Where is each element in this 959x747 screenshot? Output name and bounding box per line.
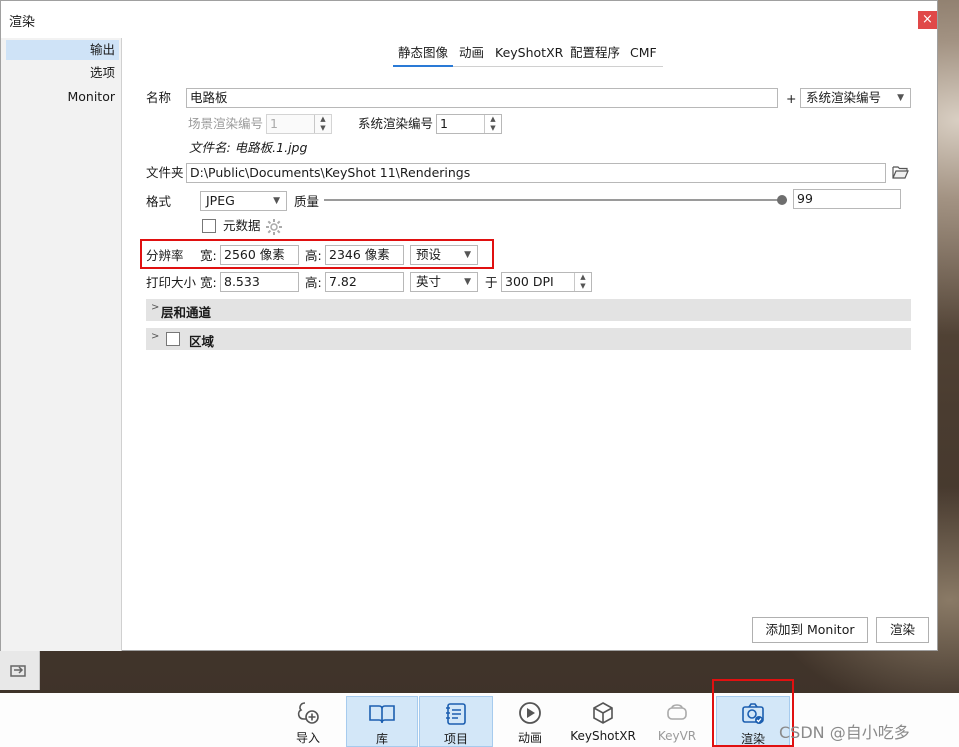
toolbar-library-label: 库: [375, 732, 388, 746]
filename-preview: 文件名: 电路板.1.jpg: [189, 140, 308, 155]
dialog-sidebar: 输出 选项 Monitor: [1, 38, 122, 651]
name-label: 名称: [146, 90, 172, 105]
region-checkbox[interactable]: [166, 332, 180, 346]
section-layers-channels[interactable]: > 层和通道: [146, 299, 911, 321]
format-value: JPEG: [206, 193, 235, 208]
stepper-arrows-icon: ▲ ▼: [314, 115, 331, 133]
dialog-title: 渲染: [9, 15, 36, 30]
print-width-label: 宽:: [200, 275, 217, 290]
watermark-text: CSDN @自小吃多: [779, 723, 910, 742]
toolbar-project-label: 项目: [443, 732, 468, 746]
tab-animation[interactable]: 动画: [459, 43, 484, 67]
name-suffix-value: 系统渲染编号: [806, 90, 882, 105]
format-select[interactable]: JPEG ▼: [200, 191, 287, 211]
scene-number-label: 场景渲染编号: [188, 116, 264, 131]
panel-toggle-icon[interactable]: [10, 662, 28, 678]
toolbar-keyvr[interactable]: KeyVR: [641, 696, 713, 747]
project-icon: [446, 703, 466, 725]
dpi-stepper[interactable]: 300 DPI ▲ ▼: [501, 272, 592, 292]
sidebar-item-output[interactable]: 输出: [6, 40, 119, 60]
metadata-checkbox[interactable]: [202, 219, 216, 233]
name-input[interactable]: 电路板: [186, 88, 778, 108]
chevron-down-icon: ▼: [273, 196, 280, 206]
add-to-monitor-button[interactable]: 添加到 Monitor: [752, 617, 868, 643]
toolbar-animation-label: 动画: [517, 731, 542, 745]
keyshotxr-cube-icon: [593, 702, 613, 724]
quality-slider-track[interactable]: [324, 199, 787, 201]
quality-label: 质量: [294, 194, 320, 209]
stepper-arrows-icon[interactable]: ▲ ▼: [484, 115, 501, 133]
keyvr-headset-icon: [667, 704, 687, 720]
sidebar-item-monitor[interactable]: Monitor: [6, 87, 119, 107]
format-label: 格式: [146, 194, 172, 209]
stepper-arrows-icon[interactable]: ▲ ▼: [574, 273, 591, 291]
close-button[interactable]: ×: [918, 11, 937, 29]
tab-configurator[interactable]: 配置程序: [570, 43, 620, 67]
library-book-icon: [369, 705, 395, 724]
chevron-right-icon: >: [151, 302, 160, 313]
print-unit-select[interactable]: 英寸 ▼: [410, 272, 478, 292]
toolbar-keyvr-label: KeyVR: [657, 729, 697, 743]
section-region[interactable]: > 区域: [146, 328, 911, 350]
section-layers-title: 层和通道: [161, 305, 212, 320]
system-number-value: 1: [440, 116, 448, 131]
system-number-label: 系统渲染编号: [358, 116, 434, 131]
system-number-stepper[interactable]: 1 ▲ ▼: [436, 114, 502, 134]
resolution-highlight-box: [140, 239, 494, 269]
dialog-titlebar: 渲染 ×: [1, 1, 937, 38]
print-height-input[interactable]: 7.82: [325, 272, 404, 292]
folder-label: 文件夹: [146, 165, 184, 180]
print-height-label: 高:: [305, 275, 322, 290]
render-dialog: 渲染 × 输出 选项 Monitor 静态图像 动画 KeyShotXR 配置程…: [0, 0, 938, 651]
chevron-down-icon: ▼: [464, 277, 471, 287]
quality-input[interactable]: 99: [793, 189, 901, 209]
toolbar-import[interactable]: 导入: [272, 696, 344, 747]
chevron-right-icon: >: [151, 331, 160, 342]
folder-open-icon[interactable]: [892, 165, 909, 179]
section-region-title: 区域: [189, 334, 215, 349]
animation-play-icon: [519, 702, 541, 724]
tab-still-image[interactable]: 静态图像: [393, 43, 453, 67]
print-unit-value: 英寸: [416, 274, 442, 289]
toolbar-library[interactable]: 库: [346, 696, 418, 747]
scene-number-stepper: 1 ▲ ▼: [266, 114, 332, 134]
toolbar-keyshotxr[interactable]: KeyShotXR: [567, 696, 639, 747]
chevron-down-icon: ▼: [897, 93, 904, 103]
print-at-label: 于: [485, 275, 498, 290]
toolbar-import-label: 导入: [295, 731, 320, 745]
scene-number-value: 1: [270, 116, 278, 131]
name-plus-sign: +: [786, 91, 797, 106]
sidebar-item-options[interactable]: 选项: [6, 63, 119, 83]
tab-cmf[interactable]: CMF: [630, 43, 657, 67]
gear-icon[interactable]: [265, 218, 283, 236]
print-width-input[interactable]: 8.533: [220, 272, 299, 292]
render-tabs: 静态图像 动画 KeyShotXR 配置程序 CMF: [393, 43, 663, 67]
render-button[interactable]: 渲染: [876, 617, 929, 643]
name-suffix-select[interactable]: 系统渲染编号 ▼: [800, 88, 911, 108]
toolbar-animation[interactable]: 动画: [495, 696, 565, 747]
toolbar-keyshotxr-label: KeyShotXR: [570, 729, 636, 743]
folder-path-input[interactable]: D:\Public\Documents\KeyShot 11\Rendering…: [186, 163, 886, 183]
toolbar-project[interactable]: 项目: [419, 696, 493, 747]
metadata-label: 元数据: [223, 218, 261, 233]
dpi-value: 300 DPI: [505, 274, 554, 289]
print-size-label: 打印大小: [146, 275, 197, 290]
quality-slider-thumb[interactable]: [777, 195, 788, 205]
tab-keyshotxr[interactable]: KeyShotXR: [495, 43, 563, 67]
import-icon: [297, 702, 319, 724]
